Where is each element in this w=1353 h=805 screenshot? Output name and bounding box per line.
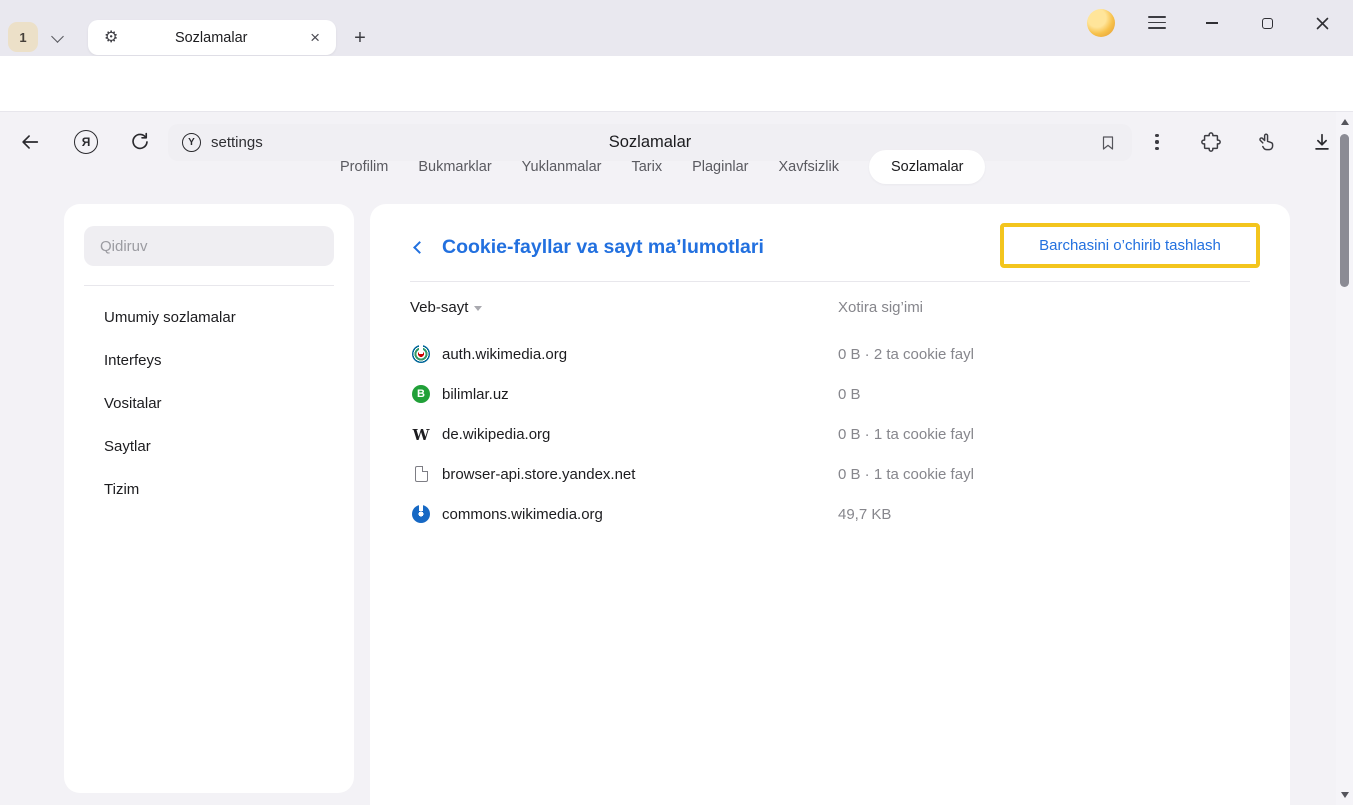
extensions-button[interactable] bbox=[1197, 128, 1225, 156]
gear-icon: ⚙ bbox=[104, 30, 118, 46]
document-icon bbox=[415, 466, 428, 482]
sidebar-item-interfeys[interactable]: Interfeys bbox=[64, 339, 354, 382]
tab-group-badge[interactable]: 1 bbox=[8, 22, 38, 52]
reload-icon bbox=[129, 131, 151, 153]
chevron-left-icon bbox=[413, 241, 426, 254]
navigation-toolbar: Я Y settings Sozlamalar bbox=[0, 56, 1353, 112]
tab-strip: 1 ⚙ Sozlamalar × + bbox=[0, 0, 1353, 56]
bookmark-icon bbox=[1099, 134, 1117, 152]
site-storage: 0 B · 1 ta cookie fayl bbox=[838, 466, 974, 483]
tab-list-dropdown-button[interactable] bbox=[44, 25, 70, 51]
table-row[interactable]: commons.wikimedia.org 49,7 KB bbox=[370, 494, 1290, 534]
table-header: Veb-sayt Xotira sig’imi bbox=[370, 294, 1290, 324]
url-text: settings bbox=[211, 134, 263, 151]
tab-title: Sozlamalar bbox=[118, 30, 304, 46]
sort-chevron-icon bbox=[474, 306, 482, 311]
sidebar-item-tizim[interactable]: Tizim bbox=[64, 468, 354, 511]
table-row[interactable]: browser-api.store.yandex.net 0 B · 1 ta … bbox=[370, 454, 1290, 494]
sidebar-divider bbox=[84, 285, 334, 286]
yandex-home-button[interactable]: Я bbox=[72, 128, 100, 156]
extensions-icon bbox=[1200, 131, 1222, 153]
menu-icon[interactable] bbox=[1148, 16, 1166, 29]
site-storage: 49,7 KB bbox=[838, 506, 891, 523]
window-maximize-button[interactable] bbox=[1254, 10, 1280, 36]
reload-button[interactable] bbox=[126, 128, 154, 156]
bookmark-button[interactable] bbox=[1096, 131, 1120, 155]
nav-tab-sozlamalar[interactable]: Sozlamalar bbox=[869, 150, 986, 184]
sidebar-item-vositalar[interactable]: Vositalar bbox=[64, 382, 354, 425]
bilimlar-favicon-icon bbox=[412, 385, 430, 403]
site-column-label: Veb-sayt bbox=[410, 299, 468, 316]
panel-divider bbox=[410, 281, 1250, 282]
site-domain: de.wikipedia.org bbox=[442, 426, 550, 443]
page-title: Cookie-fayllar va sayt ma’lumotlari bbox=[442, 236, 764, 259]
wikimedia-logo-icon bbox=[412, 345, 430, 363]
cookies-panel: Cookie-fayllar va sayt ma’lumotlari Barc… bbox=[370, 204, 1290, 805]
search-input[interactable] bbox=[84, 226, 334, 266]
site-domain: commons.wikimedia.org bbox=[442, 506, 603, 523]
site-list: auth.wikimedia.org 0 B · 2 ta cookie fay… bbox=[370, 334, 1290, 534]
site-domain: browser-api.store.yandex.net bbox=[442, 466, 635, 483]
browser-tab-settings[interactable]: ⚙ Sozlamalar × bbox=[88, 20, 336, 55]
site-domain: auth.wikimedia.org bbox=[442, 346, 567, 363]
nav-tab-profilim[interactable]: Profilim bbox=[340, 159, 388, 175]
scrollbar-thumb[interactable] bbox=[1340, 134, 1349, 287]
deals-button[interactable] bbox=[1252, 128, 1280, 156]
sidebar-item-umumiy-sozlamalar[interactable]: Umumiy sozlamalar bbox=[64, 296, 354, 339]
sidebar-item-saytlar[interactable]: Saytlar bbox=[64, 425, 354, 468]
address-bar-menu-button[interactable] bbox=[1143, 128, 1171, 156]
nav-tab-xavfsizlik[interactable]: Xavfsizlik bbox=[779, 159, 839, 175]
close-icon bbox=[1316, 17, 1329, 30]
table-row[interactable]: de.wikipedia.org 0 B · 1 ta cookie fayl bbox=[370, 414, 1290, 454]
nav-tab-yuklanmalar[interactable]: Yuklanmalar bbox=[522, 159, 602, 175]
scroll-down-icon[interactable] bbox=[1341, 792, 1349, 798]
new-tab-button[interactable]: + bbox=[347, 25, 373, 51]
site-domain: bilimlar.uz bbox=[442, 386, 509, 403]
annotation-highlight: Barchasini o’chirib tashlash bbox=[1000, 223, 1260, 268]
delete-all-cookies-button[interactable]: Barchasini o’chirib tashlash bbox=[1039, 237, 1221, 254]
site-storage: 0 B · 2 ta cookie fayl bbox=[838, 346, 974, 363]
back-button[interactable] bbox=[16, 128, 44, 156]
table-row[interactable]: auth.wikimedia.org 0 B · 2 ta cookie fay… bbox=[370, 334, 1290, 374]
table-row[interactable]: bilimlar.uz 0 B bbox=[370, 374, 1290, 414]
chevron-down-icon bbox=[51, 30, 64, 43]
tab-close-icon[interactable]: × bbox=[304, 29, 326, 46]
nav-tab-bukmarklar[interactable]: Bukmarklar bbox=[418, 159, 491, 175]
page-scrollbar bbox=[1336, 112, 1353, 805]
maximize-icon bbox=[1262, 18, 1273, 29]
wikipedia-w-icon bbox=[413, 425, 430, 444]
storage-column-header: Xotira sig’imi bbox=[838, 299, 923, 316]
nav-tab-tarix[interactable]: Tarix bbox=[631, 159, 662, 175]
scroll-up-icon[interactable] bbox=[1341, 119, 1349, 125]
settings-nav: Profilim Bukmarklar Yuklanmalar Tarix Pl… bbox=[340, 148, 985, 186]
window-minimize-button[interactable] bbox=[1199, 10, 1225, 36]
nav-tab-plaginlar[interactable]: Plaginlar bbox=[692, 159, 748, 175]
minimize-icon bbox=[1206, 22, 1218, 24]
kebab-menu-icon bbox=[1155, 134, 1158, 150]
site-column-header[interactable]: Veb-sayt bbox=[410, 299, 482, 316]
downloads-button[interactable] bbox=[1308, 128, 1336, 156]
site-storage: 0 B bbox=[838, 386, 861, 403]
sidebar-list: Umumiy sozlamalar Interfeys Vositalar Sa… bbox=[64, 296, 354, 511]
commons-globe-icon bbox=[412, 505, 430, 523]
back-icon bbox=[19, 131, 41, 153]
download-icon bbox=[1311, 131, 1333, 153]
deals-hand-icon bbox=[1255, 131, 1277, 153]
yandex-logo-icon: Я bbox=[74, 130, 98, 154]
site-storage: 0 B · 1 ta cookie fayl bbox=[838, 426, 974, 443]
user-avatar[interactable] bbox=[1087, 9, 1115, 37]
settings-sidebar: Umumiy sozlamalar Interfeys Vositalar Sa… bbox=[64, 204, 354, 793]
window-close-button[interactable] bbox=[1309, 10, 1335, 36]
panel-back-button[interactable] bbox=[406, 235, 430, 259]
